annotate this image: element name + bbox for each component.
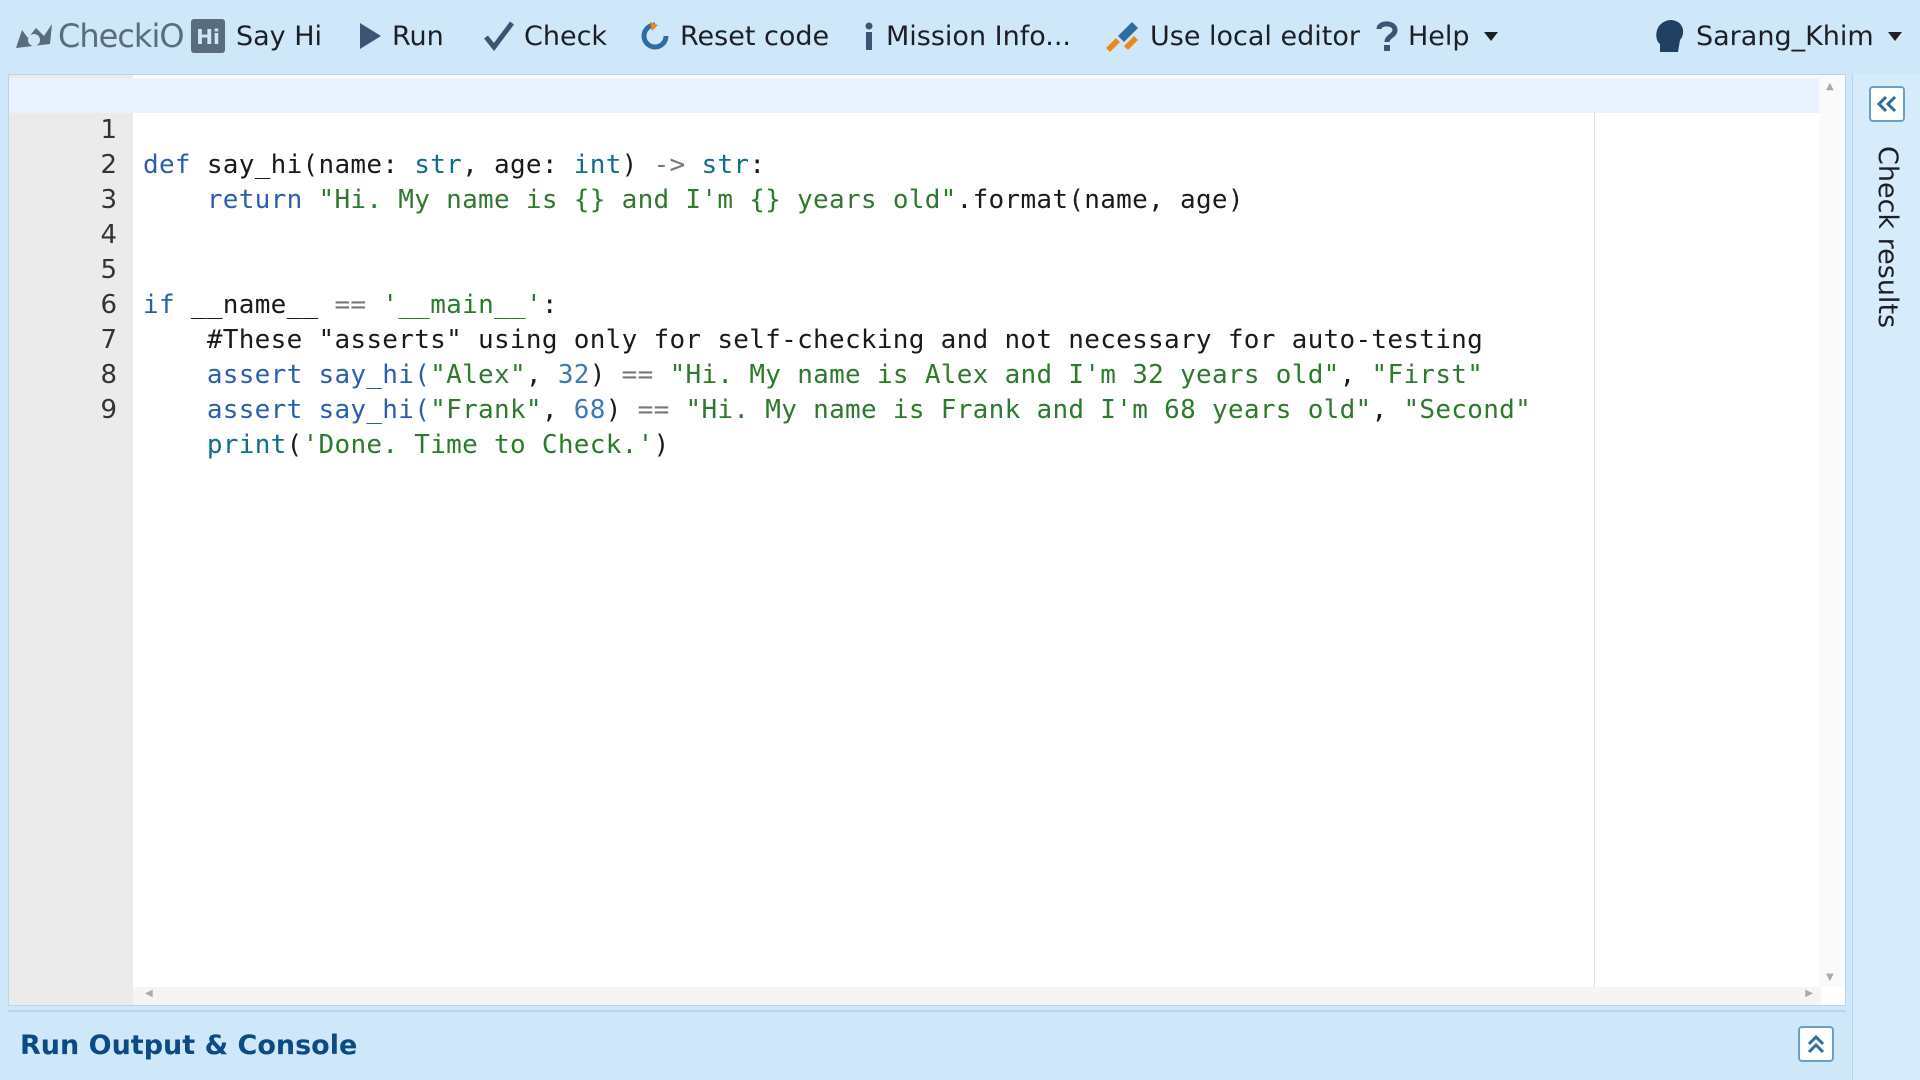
reset-label: Reset code — [680, 20, 830, 52]
vertical-scrollbar[interactable]: ▲ ▼ — [1819, 75, 1845, 987]
local-editor-icon — [1106, 22, 1138, 52]
double-chevron-left-icon — [1876, 95, 1897, 113]
code-line[interactable]: 2 return "Hi. My name is {} and I'm {} y… — [9, 113, 1845, 215]
check-label: Check — [524, 20, 608, 52]
user-avatar-icon — [1656, 20, 1684, 52]
scroll-right-icon[interactable]: ▶ — [1805, 988, 1813, 999]
reset-code-button[interactable]: Reset code — [640, 0, 829, 72]
code-line[interactable]: 1 def say_hi(name: str, age: int) -> str… — [9, 78, 1845, 180]
reset-icon — [641, 22, 669, 50]
code-line[interactable]: 3 — [9, 148, 1845, 215]
top-toolbar: CheckiO Hi Say Hi Run Check Reset code M — [0, 0, 1920, 72]
user-menu[interactable]: Sarang_Khim — [1654, 0, 1902, 72]
run-output-console-bar: Run Output & Console — [8, 1010, 1846, 1080]
code-lines[interactable]: 1 def say_hi(name: str, age: int) -> str… — [9, 78, 1845, 460]
double-chevron-up-icon — [1807, 1034, 1825, 1054]
expand-console-button[interactable] — [1798, 1026, 1834, 1062]
cat-logo-icon — [16, 24, 52, 48]
help-label: Help — [1408, 20, 1470, 52]
caret-down-icon — [1887, 31, 1902, 41]
horizontal-scrollbar[interactable]: ◀ ▶ — [133, 987, 1821, 1005]
code-line[interactable]: 4 — [9, 183, 1845, 250]
local-editor-button[interactable]: Use local editor — [1104, 0, 1360, 72]
expand-results-button[interactable] — [1869, 86, 1905, 122]
code-line[interactable]: 5 if __name__ == '__main__': — [9, 218, 1845, 320]
info-label: Mission Info... — [886, 20, 1072, 52]
checkmark-icon — [484, 21, 514, 51]
check-results-title[interactable]: Check results — [1872, 146, 1903, 396]
checkio-logo[interactable]: CheckiO — [14, 0, 185, 72]
code-text[interactable]: assert say_hi("Frank", 68) == "Hi. My na… — [143, 393, 1531, 428]
check-results-panel: Check results — [1852, 74, 1920, 1080]
console-title[interactable]: Run Output & Console — [20, 1030, 357, 1061]
code-line[interactable]: 6 #These "asserts" using only for self-c… — [9, 253, 1845, 355]
question-icon — [1376, 21, 1398, 51]
mission-title: Say Hi — [236, 20, 323, 52]
local-editor-label: Use local editor — [1150, 20, 1360, 52]
caret-down-icon — [1483, 31, 1498, 41]
code-text[interactable]: print('Done. Time to Check.') — [143, 428, 670, 463]
mission-info-button[interactable]: Mission Info... — [862, 0, 1071, 72]
mission-hi-icon: Hi — [191, 19, 225, 53]
logo-text: CheckiO — [58, 17, 185, 55]
username: Sarang_Khim — [1696, 20, 1874, 52]
code-line[interactable]: 8 assert say_hi("Frank", 68) == "Hi. My … — [9, 323, 1845, 425]
scroll-up-icon[interactable]: ▲ — [1826, 81, 1834, 92]
code-line[interactable]: 9 print('Done. Time to Check.') — [9, 358, 1845, 460]
check-button[interactable]: Check — [484, 0, 607, 72]
svg-text:Hi: Hi — [196, 25, 220, 49]
line-number: 9 — [100, 395, 117, 425]
mission-title-button[interactable]: Hi Say Hi — [190, 0, 322, 72]
run-button[interactable]: Run — [358, 0, 444, 72]
help-menu[interactable]: Help — [1376, 0, 1498, 72]
scroll-down-icon[interactable]: ▼ — [1826, 972, 1834, 983]
scroll-left-icon[interactable]: ◀ — [145, 988, 153, 999]
run-label: Run — [392, 20, 444, 52]
play-icon — [360, 23, 381, 49]
info-icon — [865, 22, 873, 50]
code-line[interactable]: 7 assert say_hi("Alex", 32) == "Hi. My n… — [9, 288, 1845, 390]
code-editor[interactable]: 1 def say_hi(name: str, age: int) -> str… — [8, 74, 1846, 1006]
